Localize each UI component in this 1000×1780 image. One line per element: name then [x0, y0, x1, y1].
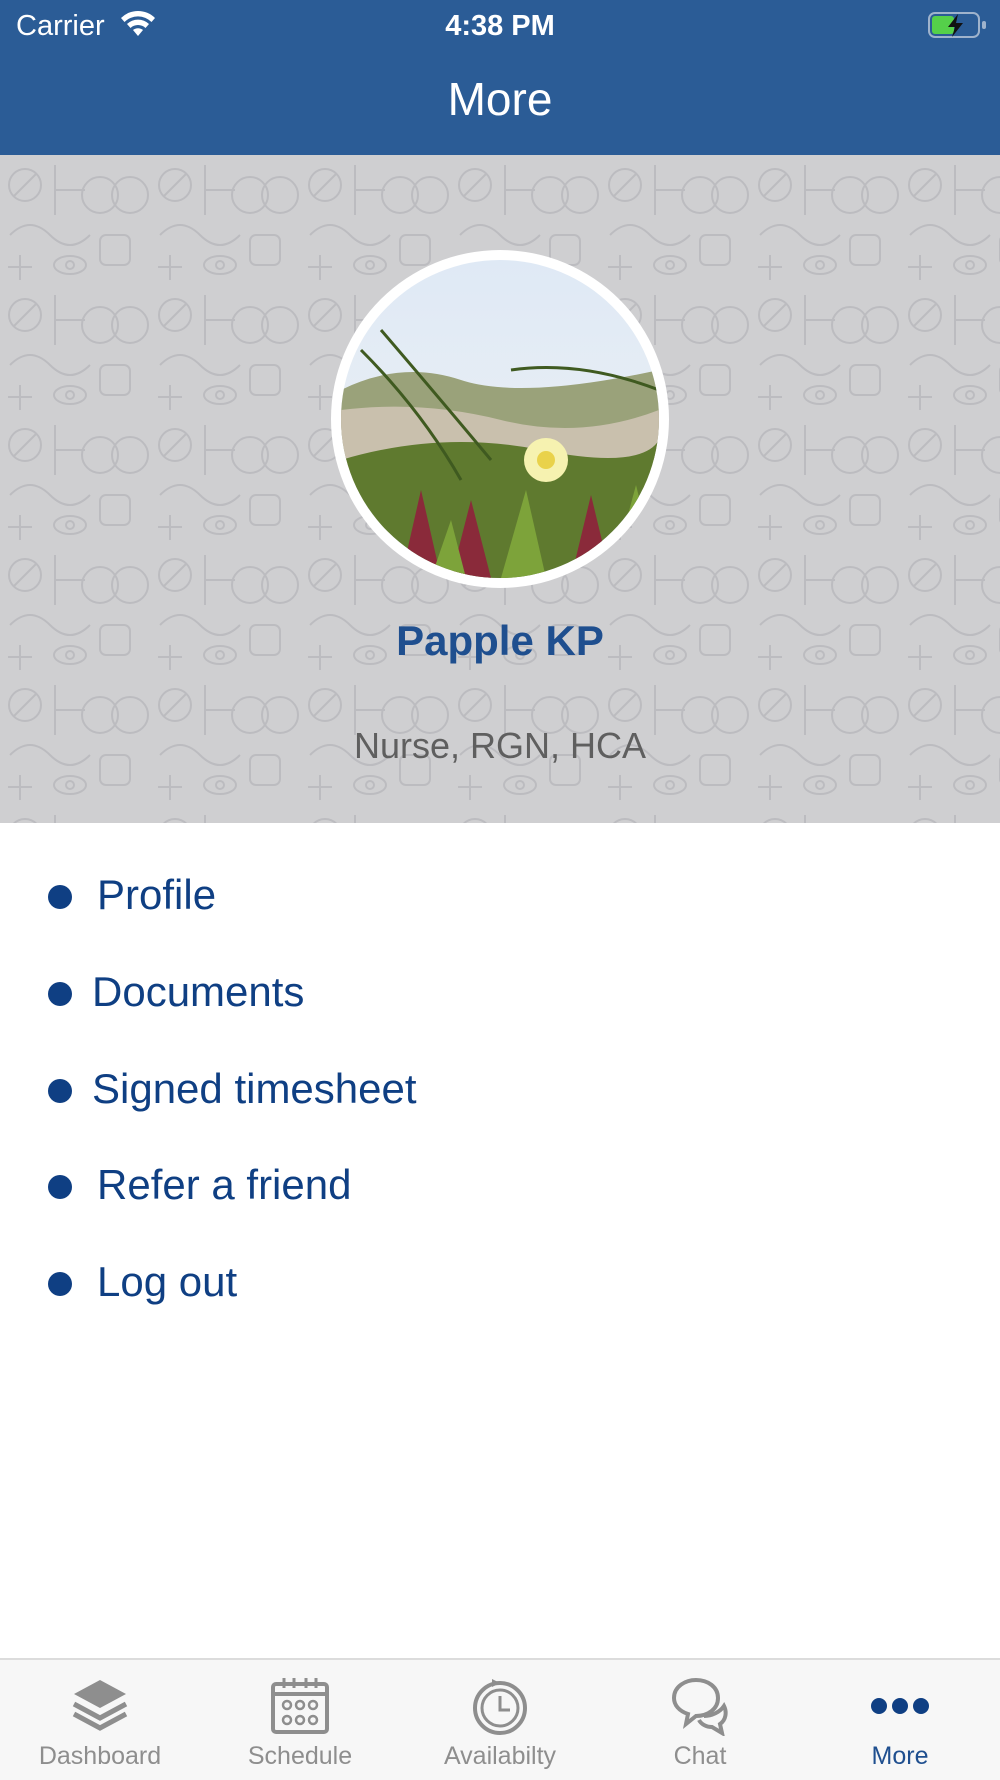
tab-label: Chat [673, 1742, 727, 1770]
more-dots-icon [871, 1698, 929, 1714]
page-title: More [447, 73, 553, 125]
bullet-icon [48, 1079, 72, 1103]
battery-charging-icon [928, 12, 986, 38]
tab-label: Schedule [247, 1742, 353, 1770]
layers-icon [72, 1680, 128, 1731]
profile-photo [341, 260, 659, 578]
tab-label: Availabilty [443, 1742, 557, 1770]
tab-more[interactable]: More [800, 1660, 1000, 1780]
menu-item-signed-timesheet[interactable]: Signed timesheet [0, 1042, 1000, 1138]
navigation-header: Carrier 4:38 PM More [0, 0, 1000, 155]
tab-bar: Dashboard Schedule Availabilty Chat More [0, 1658, 1000, 1780]
menu-item-label: Log out [97, 1258, 238, 1305]
menu-item-profile[interactable]: Profile [0, 848, 1000, 944]
menu-item-log-out[interactable]: Log out [0, 1235, 1000, 1331]
bullet-icon [48, 885, 72, 909]
profile-name: Papple KP [396, 617, 604, 664]
avatar[interactable] [341, 260, 659, 578]
status-time: 4:38 PM [445, 10, 555, 42]
menu-item-refer-a-friend[interactable]: Refer a friend [0, 1138, 1000, 1234]
menu-item-label: Profile [97, 871, 217, 918]
calendar-icon [271, 1678, 329, 1734]
status-bar: Carrier 4:38 PM [0, 0, 1000, 50]
menu-item-label: Documents [92, 968, 305, 1015]
profile-role: Nurse, RGN, HCA [353, 725, 647, 766]
bullet-icon [48, 982, 72, 1006]
bullet-icon [48, 1175, 72, 1199]
tab-availability[interactable]: Availabilty [400, 1660, 600, 1780]
menu-item-documents[interactable]: Documents [0, 945, 1000, 1041]
tab-schedule[interactable]: Schedule [200, 1660, 400, 1780]
tab-label: More [871, 1742, 929, 1770]
tab-dashboard[interactable]: Dashboard [0, 1660, 200, 1780]
tab-label: Dashboard [38, 1742, 162, 1770]
menu-item-label: Refer a friend [97, 1161, 352, 1208]
bullet-icon [48, 1272, 72, 1296]
menu-item-label: Signed timesheet [92, 1065, 417, 1112]
profile-header: Papple KP Nurse, RGN, HCA [0, 155, 1000, 823]
tab-chat[interactable]: Chat [600, 1660, 800, 1780]
chat-bubbles-icon [671, 1677, 728, 1736]
clock-icon [473, 1679, 527, 1735]
